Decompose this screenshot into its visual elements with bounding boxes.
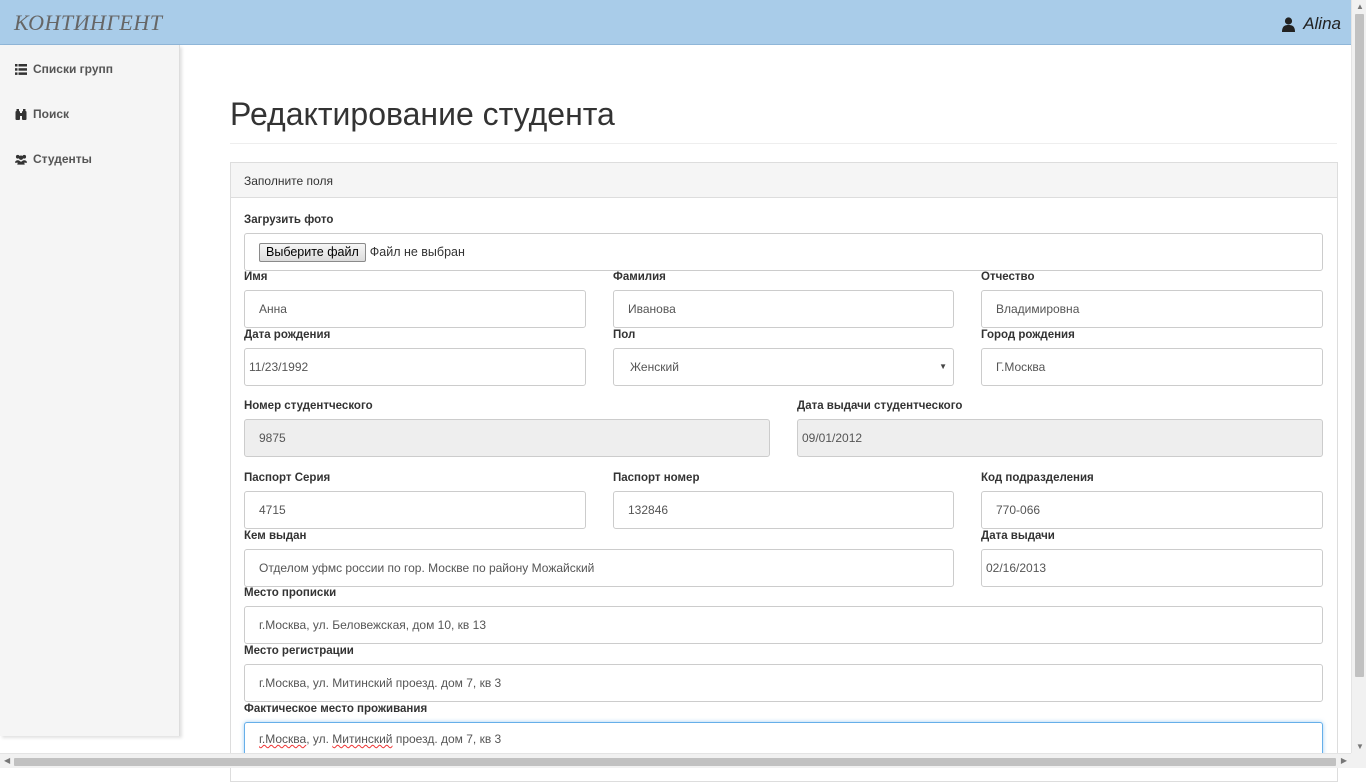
passport-number-input[interactable]: 132846 xyxy=(613,491,954,529)
student-id-date-label: Дата выдачи студентческого xyxy=(797,400,962,412)
panel-heading: Заполните поля xyxy=(231,163,1337,198)
registration-address-label: Место регистрации xyxy=(244,645,354,657)
sidebar-item-label: Списки групп xyxy=(33,62,113,76)
gender-label: Пол xyxy=(613,329,635,341)
sidebar-item-search[interactable]: Поиск xyxy=(15,107,69,121)
user-menu[interactable]: Alina xyxy=(1282,14,1341,34)
registration-address-input[interactable]: г.Москва, ул. Митинский проезд. дом 7, к… xyxy=(244,664,1323,702)
student-id-date-input: 09/01/2012 xyxy=(797,419,1323,457)
scroll-up-arrow-icon[interactable]: ▲ xyxy=(1356,2,1364,11)
birth-city-label: Город рождения xyxy=(981,329,1075,341)
horizontal-scrollbar[interactable]: ◀ ▶ xyxy=(0,753,1351,768)
sidebar-item-label: Студенты xyxy=(33,152,92,166)
scrollbar-corner xyxy=(1351,753,1366,768)
passport-number-label: Паспорт номер xyxy=(613,472,699,484)
patronymic-input[interactable]: Владимировна xyxy=(981,290,1323,328)
sidebar-item-students[interactable]: Студенты xyxy=(15,152,92,166)
student-id-label: Номер студентческого xyxy=(244,400,373,412)
gender-select[interactable]: Женский ▼ xyxy=(613,348,954,386)
issue-date-label: Дата выдачи xyxy=(981,530,1055,542)
title-divider xyxy=(230,143,1337,144)
sidebar-item-label: Поиск xyxy=(33,107,69,121)
spellcheck-word: Митинский xyxy=(332,732,392,746)
issued-by-label: Кем выдан xyxy=(244,530,307,542)
scroll-down-arrow-icon[interactable]: ▼ xyxy=(1356,742,1364,751)
vertical-scrollbar[interactable]: ▲ ▼ xyxy=(1351,0,1366,753)
scroll-right-arrow-icon[interactable]: ▶ xyxy=(1341,756,1347,765)
brand-logo[interactable]: КОНТИНГЕНТ xyxy=(14,10,162,36)
photo-label: Загрузить фото xyxy=(244,214,333,226)
users-icon xyxy=(15,154,27,165)
dropdown-arrow-icon: ▼ xyxy=(939,349,947,385)
user-icon xyxy=(1282,17,1295,32)
birth-date-label: Дата рождения xyxy=(244,329,330,341)
passport-series-input[interactable]: 4715 xyxy=(244,491,586,529)
permanent-address-label: Место прописки xyxy=(244,587,336,599)
patronymic-label: Отчество xyxy=(981,271,1034,283)
photo-upload-field: Выберите файлФайл не выбран xyxy=(244,233,1323,271)
binoculars-icon xyxy=(15,109,27,120)
top-navbar: КОНТИНГЕНТ Alina xyxy=(0,0,1351,45)
edit-student-panel: Заполните поля Загрузить фото Выберите ф… xyxy=(230,162,1338,782)
permanent-address-input[interactable]: г.Москва, ул. Беловежская, дом 10, кв 13 xyxy=(244,606,1323,644)
address-text: , ул. xyxy=(306,732,332,746)
last-name-label: Фамилия xyxy=(613,271,666,283)
division-code-label: Код подразделения xyxy=(981,472,1094,484)
list-icon xyxy=(15,64,27,75)
passport-series-label: Паспорт Серия xyxy=(244,472,330,484)
address-text: проезд. дом 7, кв 3 xyxy=(392,732,501,746)
last-name-input[interactable]: Иванова xyxy=(613,290,954,328)
vertical-scroll-thumb[interactable] xyxy=(1355,14,1364,677)
choose-file-button[interactable]: Выберите файл xyxy=(259,243,366,262)
birth-city-input[interactable]: Г.Москва xyxy=(981,348,1323,386)
first-name-input[interactable]: Анна xyxy=(244,290,586,328)
file-status: Файл не выбран xyxy=(370,243,465,262)
scroll-left-arrow-icon[interactable]: ◀ xyxy=(4,756,10,765)
issued-by-input[interactable]: Отделом уфмс россии по гор. Москве по ра… xyxy=(244,549,954,587)
gender-selected-value: Женский xyxy=(630,360,679,374)
sidebar-item-groups[interactable]: Списки групп xyxy=(15,62,113,76)
issue-date-input[interactable]: 02/16/2013 xyxy=(981,549,1323,587)
division-code-input[interactable]: 770-066 xyxy=(981,491,1323,529)
page-title: Редактирование студента xyxy=(230,96,615,133)
sidebar: Списки групп Поиск Студенты xyxy=(0,45,180,736)
student-id-input: 9875 xyxy=(244,419,770,457)
spellcheck-word: г.Москва xyxy=(259,732,306,746)
actual-address-label: Фактическое место проживания xyxy=(244,703,427,715)
user-name: Alina xyxy=(1303,14,1341,34)
horizontal-scroll-thumb[interactable] xyxy=(14,758,1336,766)
birth-date-input[interactable]: 11/23/1992 xyxy=(244,348,586,386)
first-name-label: Имя xyxy=(244,271,267,283)
